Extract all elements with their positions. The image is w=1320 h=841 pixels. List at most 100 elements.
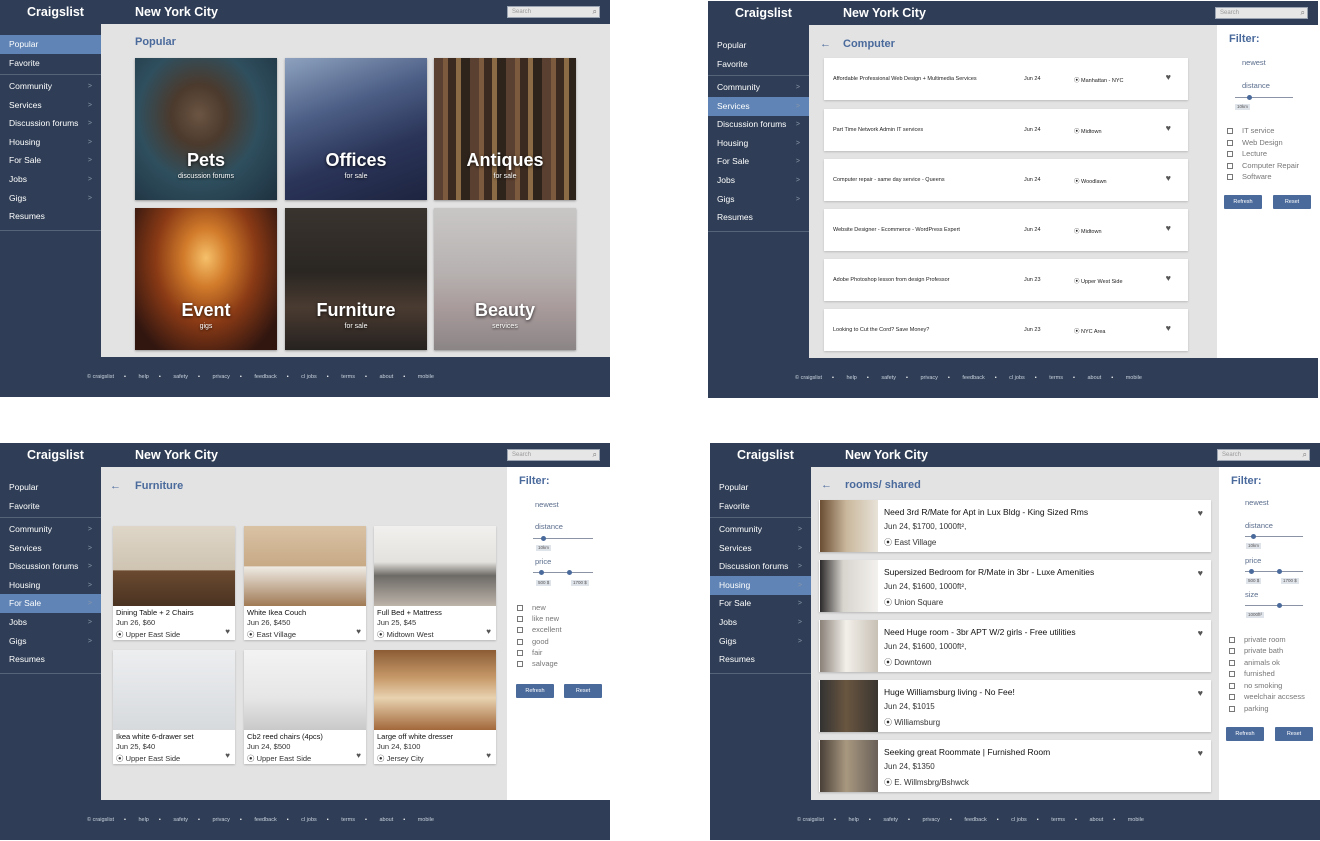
footer-link-help[interactable]: help (138, 817, 148, 823)
checkbox[interactable] (1227, 128, 1233, 134)
checkbox[interactable] (1229, 694, 1235, 700)
city-label[interactable]: New York City (843, 6, 926, 20)
reset-button[interactable]: Reset (564, 684, 602, 698)
sidebar-item-housing[interactable]: Housing > (0, 576, 101, 595)
sidebar-item-jobs[interactable]: Jobs > (0, 613, 101, 632)
favorite-heart-icon[interactable]: ♥ (1166, 123, 1171, 133)
listing-row[interactable]: Part Time Network Admin IT services Jun 2… (824, 109, 1188, 151)
listing-image[interactable] (820, 560, 878, 612)
favorite-heart-icon[interactable]: ♥ (1166, 323, 1171, 333)
category-tile-beauty[interactable]: Beauty services (434, 208, 576, 350)
sidebar-item-discussion[interactable]: Discussion forums > (0, 114, 101, 133)
brand-logo[interactable]: Craigslist (735, 6, 792, 20)
footer-link-cljobs[interactable]: cl jobs (1009, 375, 1025, 381)
sidebar-item-jobs[interactable]: Jobs > (710, 613, 811, 632)
footer-link-about[interactable]: about (379, 374, 393, 380)
size-slider[interactable] (1245, 605, 1303, 606)
listing-title[interactable]: Website Designer - Ecommerce - WordPress… (833, 209, 993, 251)
city-label[interactable]: New York City (135, 5, 218, 19)
listing-card[interactable]: Need Huge room - 3br APT W/2 girls - Fre… (819, 620, 1211, 672)
listing-title[interactable]: Looking to Cut the Cord? Save Money? (833, 309, 993, 351)
distance-slider-handle[interactable] (541, 536, 546, 541)
listing-row[interactable]: Looking to Cut the Cord? Save Money? Jun … (824, 309, 1188, 351)
checkbox-wheelchair[interactable]: weelchair accsess (1229, 692, 1305, 701)
checkbox[interactable] (1229, 683, 1235, 689)
checkbox-private-room[interactable]: private room (1229, 635, 1286, 644)
category-tile-event[interactable]: Event gigs (135, 208, 277, 350)
footer-link-about[interactable]: about (379, 817, 393, 823)
size-slider-handle[interactable] (1277, 603, 1282, 608)
sidebar-item-resumes[interactable]: Resumes (708, 208, 809, 227)
back-arrow-icon[interactable]: ← (110, 480, 121, 492)
checkbox-it-service[interactable]: IT service (1227, 126, 1274, 135)
checkbox[interactable] (1227, 140, 1233, 146)
checkbox-software[interactable]: Software (1227, 172, 1272, 181)
search-input[interactable]: Search ⌕ (1215, 7, 1308, 19)
footer-link-terms[interactable]: terms (1051, 817, 1065, 823)
checkbox-no-smoking[interactable]: no smoking (1229, 681, 1282, 690)
listing-title[interactable]: Seeking great Roommate | Furnished Room (884, 747, 1050, 757)
footer-link-cljobs[interactable]: cl jobs (301, 374, 317, 380)
footer-link-privacy[interactable]: privacy (920, 375, 937, 381)
footer-link-privacy[interactable]: privacy (212, 374, 229, 380)
sidebar-item-popular[interactable]: Popular (0, 478, 101, 497)
sidebar-item-favorite[interactable]: Favorite (0, 54, 101, 73)
listing-card[interactable]: Dining Table + 2 Chairs Jun 26, $60 ⦿ Uppe… (113, 526, 235, 640)
listing-row[interactable]: Affordable Professional Web Design + Mul… (824, 58, 1188, 100)
checkbox-web-design[interactable]: Web Design (1227, 138, 1283, 147)
favorite-heart-icon[interactable]: ♥ (1198, 508, 1203, 518)
checkbox-good[interactable]: good (517, 637, 549, 646)
listing-title[interactable]: Need 3rd R/Mate for Apt in Lux Bldg - Ki… (884, 507, 1088, 517)
listing-card[interactable]: Full Bed + Mattress Jun 25, $45 ⦿ Midtown … (374, 526, 496, 640)
sidebar-item-forsale[interactable]: For Sale > (0, 151, 101, 170)
footer-link-cljobs[interactable]: cl jobs (301, 817, 317, 823)
listing-image[interactable] (113, 650, 235, 730)
listing-image[interactable] (244, 650, 366, 730)
listing-title[interactable]: Need Huge room - 3br APT W/2 girls - Fre… (884, 627, 1076, 637)
listing-title[interactable]: Part Time Network Admin IT services (833, 109, 993, 151)
listing-image[interactable] (820, 500, 878, 552)
footer-link-help[interactable]: help (848, 817, 858, 823)
footer-link-safety[interactable]: safety (173, 817, 188, 823)
checkbox-fair[interactable]: fair (517, 648, 542, 657)
listing-image[interactable] (374, 526, 496, 606)
footer-link-mobile[interactable]: mobile (418, 374, 434, 380)
category-tile-antiques[interactable]: Antiques for sale (434, 58, 576, 200)
sidebar-item-favorite[interactable]: Favorite (708, 55, 809, 74)
sidebar-item-resumes[interactable]: Resumes (0, 207, 101, 226)
checkbox[interactable] (517, 616, 523, 622)
footer-link-safety[interactable]: safety (173, 374, 188, 380)
sidebar-item-gigs[interactable]: Gigs > (708, 190, 809, 209)
favorite-heart-icon[interactable]: ♥ (225, 627, 230, 636)
checkbox[interactable] (517, 650, 523, 656)
listing-card[interactable]: Seeking great Roommate | Furnished Room J… (819, 740, 1211, 792)
sidebar-item-housing[interactable]: Housing > (708, 134, 809, 153)
sidebar-item-discussion[interactable]: Discussion forums > (708, 115, 809, 134)
checkbox[interactable] (517, 605, 523, 611)
listing-card[interactable]: White Ikea Couch Jun 26, $450 ⦿ East Villa… (244, 526, 366, 640)
listing-title[interactable]: Cb2 reed chairs (4pcs) (247, 732, 323, 741)
checkbox-salvage[interactable]: salvage (517, 659, 558, 668)
distance-slider-handle[interactable] (1251, 534, 1256, 539)
checkbox[interactable] (517, 661, 523, 667)
footer-link-feedback[interactable]: feedback (254, 374, 276, 380)
sidebar-item-favorite[interactable]: Favorite (0, 497, 101, 516)
listing-row[interactable]: Website Designer - Ecommerce - WordPress… (824, 209, 1188, 251)
footer-link-feedback[interactable]: feedback (964, 817, 986, 823)
favorite-heart-icon[interactable]: ♥ (1198, 748, 1203, 758)
sidebar-item-community[interactable]: Community > (708, 78, 809, 97)
checkbox-excellent[interactable]: excellent (517, 625, 562, 634)
sidebar-item-popular[interactable]: Popular (0, 35, 101, 54)
favorite-heart-icon[interactable]: ♥ (1166, 223, 1171, 233)
search-input[interactable]: Search ⌕ (507, 449, 600, 461)
sort-newest[interactable]: newest (535, 500, 559, 509)
checkbox[interactable] (1229, 648, 1235, 654)
favorite-heart-icon[interactable]: ♥ (356, 627, 361, 636)
refresh-button[interactable]: Refresh (516, 684, 554, 698)
sidebar-item-favorite[interactable]: Favorite (710, 497, 811, 516)
sidebar-item-forsale[interactable]: For Sale > (708, 152, 809, 171)
sidebar-item-services[interactable]: Services > (0, 539, 101, 558)
footer-link-help[interactable]: help (138, 374, 148, 380)
favorite-heart-icon[interactable]: ♥ (1166, 72, 1171, 82)
price-slider-min-handle[interactable] (539, 570, 544, 575)
